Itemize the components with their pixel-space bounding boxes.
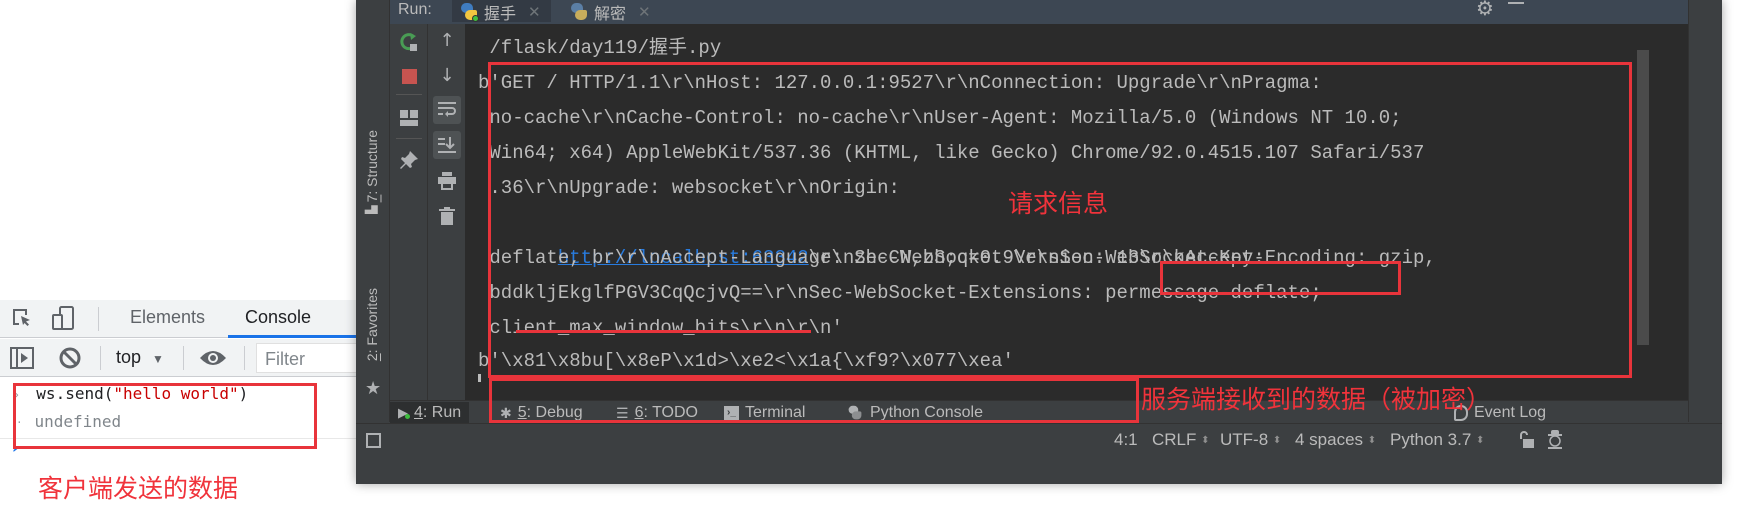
filter-placeholder: Filter — [265, 349, 305, 369]
clear-all-trash-icon[interactable] — [433, 202, 461, 230]
layout-icon[interactable] — [395, 104, 423, 132]
scroll-to-end-icon[interactable] — [433, 131, 461, 159]
annotation-server-received: 服务端接收到的数据（被加密） — [1141, 385, 1492, 414]
rerun-icon[interactable] — [395, 28, 423, 56]
tool-tab-structure[interactable]: ▙ 7: Structure — [364, 130, 380, 214]
toggle-tool-windows-icon[interactable] — [366, 433, 381, 448]
right-tool-strip — [1688, 0, 1722, 422]
run-play-icon: ▶ — [398, 405, 410, 420]
python-run-icon — [460, 2, 479, 22]
run-label: Run: — [398, 1, 432, 18]
caret-position[interactable]: 4:1 — [1114, 430, 1138, 450]
divider — [98, 307, 99, 331]
divider — [244, 346, 245, 370]
text-cursor — [478, 374, 481, 382]
inspector-hector-icon[interactable] — [1546, 430, 1564, 454]
devtools-tab-bar: Elements Console — [0, 300, 360, 338]
favorites-star-icon: ★ — [365, 378, 382, 399]
show-sidebar-icon[interactable] — [10, 347, 34, 373]
live-expression-eye-icon[interactable] — [199, 348, 227, 372]
scroll-down-arrow-icon[interactable]: ↓ — [433, 61, 461, 89]
structure-icon: ▙ — [366, 202, 378, 214]
tab-elements[interactable]: Elements — [130, 307, 205, 328]
run-tab-label: 解密 — [594, 3, 627, 23]
active-tab-indicator — [228, 335, 360, 338]
console-toolbar: top ▼ Filter — [0, 339, 360, 377]
annotation-client-box — [13, 383, 317, 449]
encoding-selector[interactable]: UTF-8 ⬍ — [1220, 430, 1281, 450]
divider — [100, 346, 101, 370]
annotation-request-info: 请求信息 — [1008, 189, 1109, 218]
run-tab-decrypt[interactable]: 解密 ✕ — [562, 0, 661, 23]
run-toolbar-primary — [390, 24, 428, 422]
soft-wrap-icon[interactable] — [433, 96, 461, 124]
clear-console-icon[interactable] — [58, 346, 82, 374]
console-filter-input[interactable]: Filter — [256, 343, 360, 373]
close-icon[interactable]: ✕ — [528, 3, 541, 21]
run-toolbar-secondary: ↑ ↓ — [428, 24, 466, 422]
python-file-icon — [570, 2, 588, 21]
print-icon[interactable] — [433, 167, 461, 195]
scroll-up-arrow-icon[interactable]: ↑ — [433, 26, 461, 54]
updown-arrow-icon: ⬍ — [1201, 435, 1210, 447]
divider — [396, 94, 422, 95]
annotation-key-underline — [516, 330, 811, 333]
run-tool-header: Run: 握手 ✕ 解密 ✕ ⚙ — [390, 0, 1688, 24]
device-toolbar-icon[interactable] — [50, 305, 76, 335]
tab-console[interactable]: Console — [245, 307, 311, 328]
console-scrollbar[interactable] — [1637, 50, 1649, 345]
status-bar: 4:1 CRLF ⬍ UTF-8 ⬍ 4 spaces ⬍ Python 3.7… — [356, 423, 1722, 457]
divider — [396, 138, 422, 139]
run-tab-label: 握手 — [484, 3, 517, 23]
read-only-lock-icon[interactable] — [1518, 431, 1534, 453]
context-value: top — [116, 347, 142, 367]
context-selector[interactable]: top ▼ — [116, 347, 164, 368]
annotation-encrypted-box — [489, 378, 1139, 423]
pin-tab-icon[interactable] — [395, 146, 423, 174]
settings-gear-icon[interactable]: ⚙ — [1476, 0, 1494, 20]
tool-tab-run[interactable]: ▶ 4: Run — [390, 402, 470, 424]
annotation-websocket-key-box — [1160, 261, 1401, 295]
updown-arrow-icon: ⬍ — [1476, 435, 1485, 447]
inspect-element-icon[interactable] — [10, 306, 34, 334]
dropdown-arrow-icon: ▼ — [152, 352, 164, 366]
annotation-client-sent: 客户端发送的数据 — [38, 474, 239, 503]
console-line-path: /flask/day119/握手.py — [478, 37, 722, 59]
close-icon[interactable]: ✕ — [638, 3, 651, 21]
tool-tab-favorites[interactable]: 2: Favorites — [364, 288, 380, 361]
indent-selector[interactable]: 4 spaces ⬍ — [1295, 430, 1376, 450]
interpreter-selector[interactable]: Python 3.7 ⬍ — [1390, 430, 1484, 450]
updown-arrow-icon: ⬍ — [1367, 435, 1377, 447]
updown-arrow-icon: ⬍ — [1272, 435, 1282, 447]
stop-icon[interactable] — [395, 62, 423, 90]
left-tool-strip: ▙ 7: Structure 2: Favorites ★ — [356, 0, 390, 422]
run-tab-handshake[interactable]: 握手 ✕ — [452, 0, 551, 23]
line-separator-selector[interactable]: CRLF ⬍ — [1152, 430, 1210, 450]
hide-minimize-icon[interactable] — [1508, 2, 1524, 4]
divider — [183, 346, 184, 370]
